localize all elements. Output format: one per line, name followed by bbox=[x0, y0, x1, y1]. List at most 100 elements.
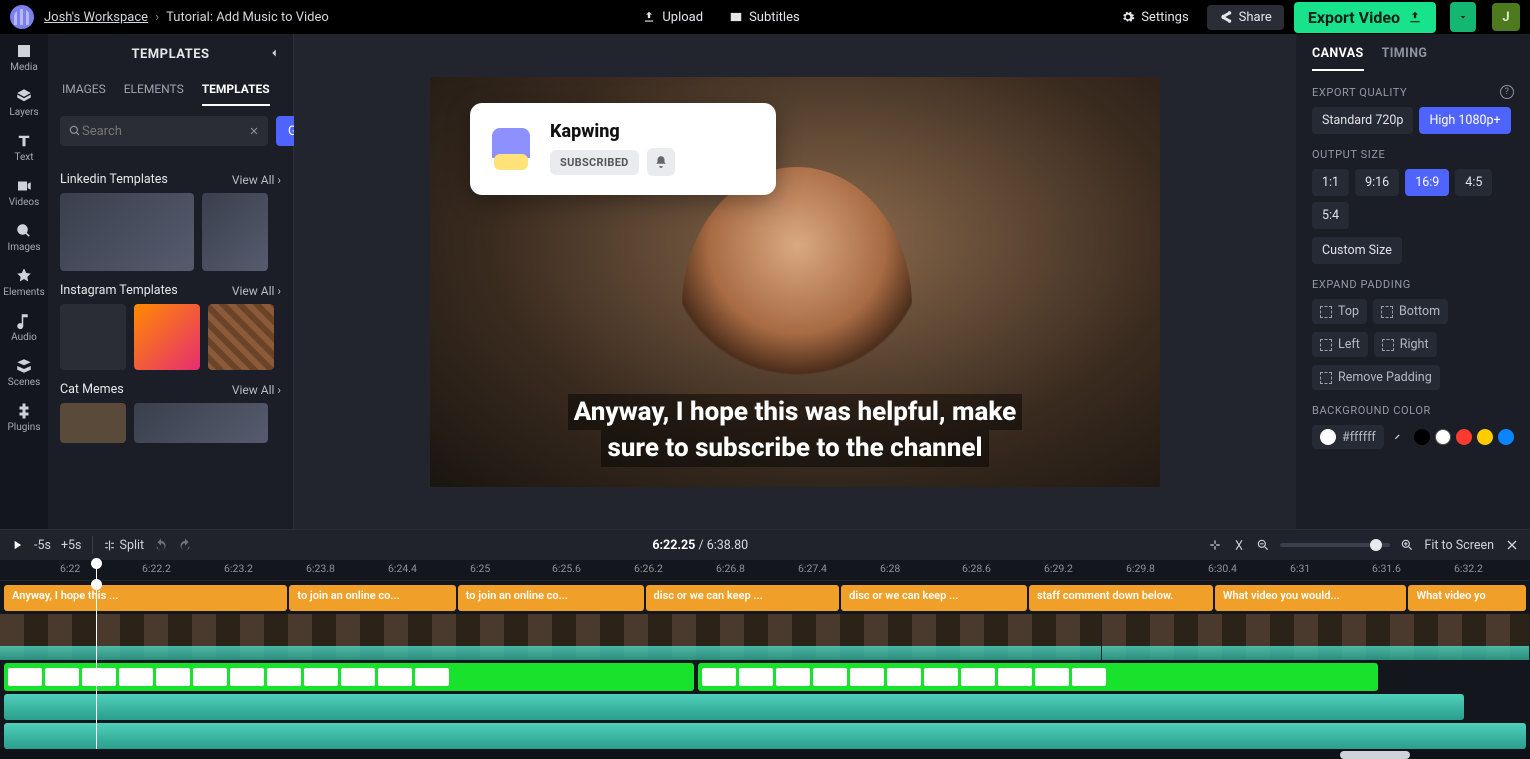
scroll-thumb[interactable] bbox=[1340, 751, 1410, 759]
palette-swatch[interactable] bbox=[1456, 429, 1472, 445]
video-track[interactable] bbox=[0, 614, 1530, 660]
tool-videos[interactable]: Videos bbox=[4, 177, 44, 208]
caption-segment[interactable]: disc or we can keep ... bbox=[841, 585, 1027, 611]
ratio-1-1[interactable]: 1:1 bbox=[1312, 169, 1349, 196]
zoom-slider[interactable] bbox=[1280, 543, 1390, 547]
chevron-down-icon bbox=[1457, 11, 1469, 23]
timeline-tracks[interactable]: Anyway, I hope this ...to join an online… bbox=[0, 581, 1530, 749]
template-thumb[interactable] bbox=[60, 304, 126, 370]
template-thumb[interactable] bbox=[134, 304, 200, 370]
template-thumb[interactable] bbox=[60, 193, 194, 271]
export-button[interactable]: Export Video bbox=[1294, 2, 1436, 33]
video-canvas[interactable]: Kapwing SUBSCRIBED Anyway, I hope this w… bbox=[430, 77, 1160, 487]
zoom-knob[interactable] bbox=[1370, 539, 1382, 551]
tab-canvas[interactable]: CANVAS bbox=[1312, 46, 1364, 71]
share-button[interactable]: Share bbox=[1207, 5, 1284, 30]
trim-button[interactable] bbox=[1232, 538, 1246, 552]
ratio-16-9[interactable]: 16:9 bbox=[1405, 169, 1449, 196]
caption-segment[interactable]: to join an online co... bbox=[458, 585, 644, 611]
export-more-button[interactable] bbox=[1450, 2, 1476, 32]
upload-button[interactable]: Upload bbox=[634, 6, 711, 29]
pad-top[interactable]: Top bbox=[1312, 299, 1367, 324]
tab-templates[interactable]: TEMPLATES bbox=[202, 74, 270, 106]
palette-swatch[interactable] bbox=[1498, 429, 1514, 445]
caption-segment[interactable]: to join an online co... bbox=[289, 585, 455, 611]
tool-audio[interactable]: Audio bbox=[4, 312, 44, 343]
caption-segment[interactable]: What video yo bbox=[1408, 585, 1526, 611]
playhead[interactable] bbox=[96, 560, 97, 579]
caption-track[interactable]: Anyway, I hope this ...to join an online… bbox=[0, 585, 1530, 611]
collapse-left-panel[interactable] bbox=[263, 42, 285, 64]
asset-segment[interactable] bbox=[4, 663, 694, 691]
close-icon bbox=[1504, 537, 1520, 553]
undo-button[interactable] bbox=[154, 538, 168, 552]
quality-720p[interactable]: Standard 720p bbox=[1312, 107, 1413, 134]
template-thumb[interactable] bbox=[202, 193, 268, 271]
clear-icon[interactable] bbox=[248, 125, 260, 137]
user-avatar[interactable]: J bbox=[1492, 3, 1520, 31]
tab-images[interactable]: IMAGES bbox=[62, 74, 106, 106]
zoom-in-button[interactable] bbox=[1400, 538, 1414, 552]
search-box[interactable] bbox=[60, 116, 268, 146]
pad-left[interactable]: Left bbox=[1312, 332, 1368, 357]
fit-screen-button[interactable]: Fit to Screen bbox=[1424, 538, 1494, 553]
close-timeline-button[interactable] bbox=[1504, 537, 1520, 553]
quality-1080p[interactable]: High 1080p+ bbox=[1419, 107, 1510, 134]
ratio-4-5[interactable]: 4:5 bbox=[1455, 169, 1492, 196]
remove-padding[interactable]: Remove Padding bbox=[1312, 365, 1440, 390]
swatch-icon bbox=[1320, 429, 1336, 445]
asset-track[interactable] bbox=[0, 663, 1530, 691]
caption-segment[interactable]: disc or we can keep ... bbox=[646, 585, 840, 611]
cat-title: Cat Memes bbox=[60, 382, 124, 397]
tab-timing[interactable]: TIMING bbox=[1382, 46, 1428, 71]
tool-images[interactable]: Images bbox=[4, 222, 44, 253]
view-all-link[interactable]: View All › bbox=[232, 173, 281, 187]
asset-segment[interactable] bbox=[698, 663, 1378, 691]
tool-elements[interactable]: Elements bbox=[4, 267, 44, 298]
redo-button[interactable] bbox=[178, 538, 192, 552]
snap-button[interactable] bbox=[1208, 538, 1222, 552]
caption-segment[interactable]: Anyway, I hope this ... bbox=[4, 585, 287, 611]
playhead-line[interactable] bbox=[96, 581, 97, 749]
palette-swatch[interactable] bbox=[1477, 429, 1493, 445]
pad-right[interactable]: Right bbox=[1374, 332, 1437, 357]
brand-icon[interactable] bbox=[10, 5, 34, 29]
tool-plugins[interactable]: Plugins bbox=[4, 402, 44, 433]
audio-track-2[interactable] bbox=[4, 723, 1526, 749]
ratio-5-4[interactable]: 5:4 bbox=[1312, 202, 1349, 229]
ruler-tick: 6:28.6 bbox=[962, 562, 991, 575]
bg-hex-input[interactable]: #ffffff bbox=[1312, 425, 1384, 449]
tool-scenes[interactable]: Scenes bbox=[4, 357, 44, 388]
palette-swatch[interactable] bbox=[1414, 429, 1430, 445]
fwd-5s[interactable]: +5s bbox=[61, 538, 82, 553]
pad-bottom[interactable]: Bottom bbox=[1373, 299, 1448, 324]
help-icon[interactable]: ? bbox=[1500, 85, 1514, 99]
horizontal-scrollbar[interactable] bbox=[0, 749, 1530, 759]
view-all-link[interactable]: View All › bbox=[232, 383, 281, 397]
caption-segment[interactable]: staff comment down below. bbox=[1029, 585, 1213, 611]
canvas-area[interactable]: Kapwing SUBSCRIBED Anyway, I hope this w… bbox=[294, 34, 1296, 529]
palette-swatch[interactable] bbox=[1435, 429, 1451, 445]
view-all-link[interactable]: View All › bbox=[232, 284, 281, 298]
play-button[interactable] bbox=[10, 538, 24, 552]
ratio-9-16[interactable]: 9:16 bbox=[1355, 169, 1399, 196]
template-thumb[interactable] bbox=[134, 403, 268, 443]
split-button[interactable]: Split bbox=[103, 538, 145, 553]
back-5s[interactable]: -5s bbox=[34, 538, 51, 553]
tab-elements[interactable]: ELEMENTS bbox=[124, 74, 184, 106]
audio-track-1[interactable] bbox=[4, 694, 1464, 720]
tool-media[interactable]: Media bbox=[4, 42, 44, 73]
timeline-ruler[interactable]: 6:226:22.26:23.26:23.86:24.46:256:25.66:… bbox=[0, 560, 1530, 580]
template-thumb[interactable] bbox=[60, 403, 126, 443]
search-input[interactable] bbox=[82, 124, 248, 139]
subtitles-button[interactable]: Subtitles bbox=[721, 6, 808, 29]
caption-segment[interactable]: What video you would... bbox=[1215, 585, 1407, 611]
zoom-out-button[interactable] bbox=[1256, 538, 1270, 552]
eyedropper-icon[interactable] bbox=[1392, 430, 1402, 444]
workspace-link[interactable]: Josh's Workspace bbox=[44, 10, 148, 25]
tool-layers[interactable]: Layers bbox=[4, 87, 44, 118]
custom-size-button[interactable]: Custom Size bbox=[1312, 237, 1402, 264]
settings-button[interactable]: Settings bbox=[1113, 6, 1196, 29]
template-thumb[interactable] bbox=[208, 304, 274, 370]
tool-text[interactable]: Text bbox=[4, 132, 44, 163]
